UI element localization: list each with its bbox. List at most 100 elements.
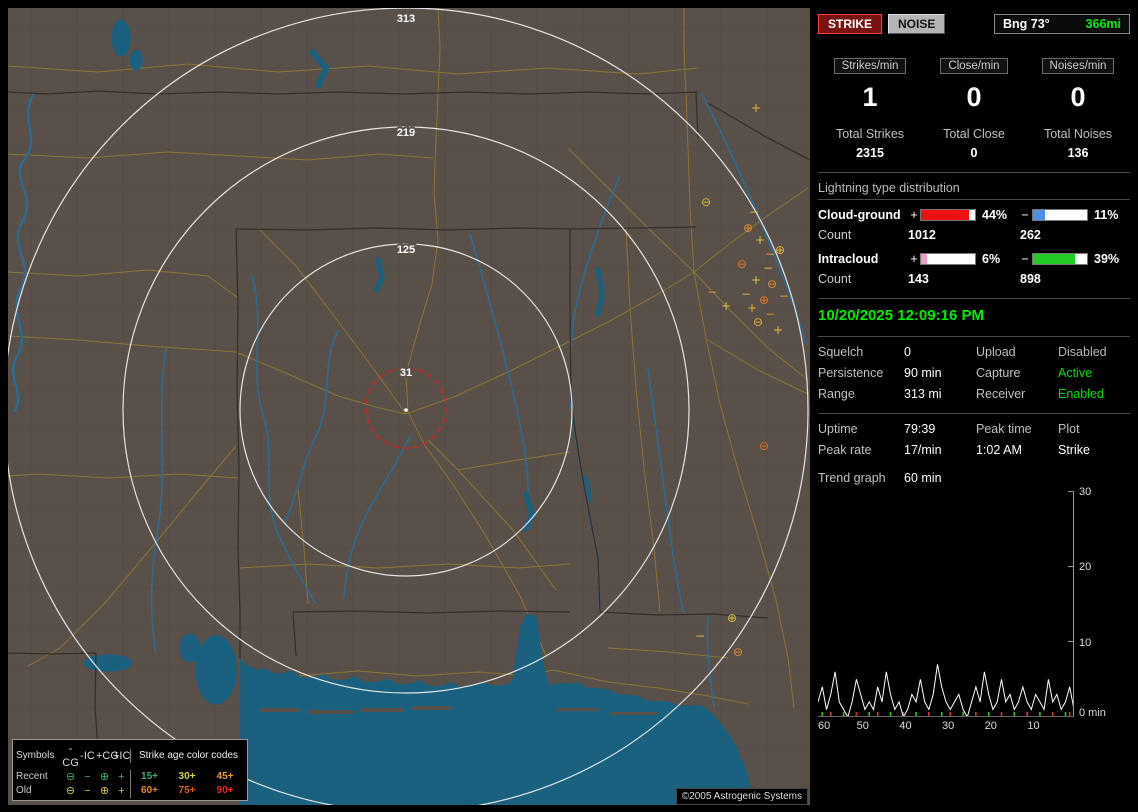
distribution-title: Lightning type distribution [818,181,1130,200]
range-value: 313 mi [904,387,976,401]
svg-text:⊖: ⊖ [753,315,763,329]
trend-y-axis: 3020100 min [1074,491,1108,717]
cloud-ground-row: Cloud-ground + 44% − 11% [818,208,1130,222]
svg-text:⊕: ⊕ [727,611,737,625]
neg-cg-recent-icon: ⊖ [62,770,79,784]
uptime-value: 79:39 [904,422,976,436]
pos-ic-old-icon: + [113,784,130,798]
noises-per-min-value: 0 [1026,82,1130,113]
pos-cg-recent-icon: ⊕ [96,770,113,784]
ring-label-219: 219 [397,127,415,139]
upload-label: Upload [976,345,1058,359]
noise-mode-button[interactable]: NOISE [888,14,945,34]
receiver-status: Enabled [1058,387,1130,401]
svg-text:+: + [751,101,761,115]
cloud-ground-label: Cloud-ground [818,208,908,222]
svg-text:+: + [773,323,783,337]
neg-cg-old-icon: ⊖ [62,784,79,798]
total-noises-value: 136 [1026,146,1130,160]
svg-text:−: − [765,307,775,321]
svg-text:+: + [721,299,731,313]
map-legend: Symbols -CG -IC +CG +IC Strike age color… [12,739,248,801]
svg-text:⊖: ⊖ [767,277,777,291]
upload-status: Disabled [1058,345,1130,359]
svg-text:−: − [707,285,717,299]
minus-sign: − [1018,252,1032,266]
trend-plot [818,491,1074,717]
uptime-label: Uptime [818,422,904,436]
strikes-per-min-label: Strikes/min [834,58,907,74]
persistence-value: 90 min [904,366,976,380]
bearing-readout: Bng 73° 366mi [994,14,1130,34]
close-per-min-label: Close/min [940,58,1007,74]
svg-text:−: − [763,261,773,275]
svg-text:⊖: ⊖ [759,439,769,453]
svg-text:⊖: ⊖ [701,195,711,209]
legend-symbols-header: Symbols [16,749,62,763]
ic-negative-pct: 39% [1090,252,1128,266]
receiver-location-marker [404,408,408,412]
svg-text:+: + [751,273,761,287]
total-noises-label: Total Noises [1026,127,1130,141]
map-canvas[interactable]: 313 219 125 31 ⊖⊕+−⊖−+⊖−⊕+−⊖+−⊕−+−+⊖⊕⊖− [8,8,810,805]
plus-sign: + [908,252,920,266]
ic-positive-bar [920,253,976,265]
range-label: Range [818,387,904,401]
total-strikes-label: Total Strikes [818,127,922,141]
age-75: 75+ [168,784,206,798]
trend-line [818,664,1074,717]
svg-text:⊖: ⊖ [737,257,747,271]
neg-ic-recent-icon: − [79,770,96,784]
ring-label-125: 125 [397,244,415,256]
intracloud-count-row: Count 143 898 [818,272,1130,286]
strikes-per-min-value: 1 [818,82,922,113]
svg-text:−: − [695,629,705,643]
plot-label: Plot [1058,422,1130,436]
cg-negative-pct: 11% [1090,208,1128,222]
svg-text:+: + [755,233,765,247]
svg-text:⊕: ⊕ [743,221,753,235]
svg-text:+: + [747,301,757,315]
svg-text:⊕: ⊕ [775,243,785,257]
svg-text:−: − [779,289,789,303]
settings-grid: Squelch 0 Upload Disabled Persistence 90… [818,345,1130,401]
session-grid: Uptime 79:39 Peak time Plot Peak rate 17… [818,422,1130,457]
bearing-value: Bng 73° [1003,17,1050,31]
svg-text:−: − [765,247,775,261]
trend-graph-label: Trend graph [818,471,904,485]
persistence-label: Persistence [818,366,904,380]
total-close-value: 0 [922,146,1026,160]
receiver-label: Receiver [976,387,1058,401]
plot-value: Strike [1058,443,1130,457]
pos-cg-old-icon: ⊕ [96,784,113,798]
ic-negative-count: 898 [1020,272,1130,286]
strike-mode-button[interactable]: STRIKE [818,14,882,34]
intracloud-row: Intracloud + 6% − 39% [818,252,1130,266]
peak-rate-label: Peak rate [818,443,904,457]
legend-age-header: Strike age color codes [130,749,244,763]
cg-positive-bar [920,209,976,221]
ring-label-313: 313 [397,13,415,25]
capture-status: Active [1058,366,1130,380]
svg-text:⊖: ⊖ [733,645,743,659]
age-15: 15+ [130,770,168,784]
cg-positive-count: 1012 [908,228,1020,242]
legend-col-neg-ic: -IC [79,749,96,763]
peak-rate-value: 17/min [904,443,976,457]
trend-x-axis: 605040302010 [818,720,1074,736]
ic-positive-count: 143 [908,272,1020,286]
neg-ic-old-icon: − [79,784,96,798]
trend-graph: 3020100 min 605040302010 [818,491,1130,736]
ic-positive-pct: 6% [978,252,1018,266]
ic-negative-bar [1032,253,1088,265]
strikes-per-min-column: Strikes/min 1 Total Strikes 2315 [818,58,922,160]
pos-ic-recent-icon: + [113,770,130,784]
age-45: 45+ [206,770,244,784]
squelch-value: 0 [904,345,976,359]
legend-col-neg-cg: -CG [62,742,79,770]
cloud-ground-count-row: Count 1012 262 [818,228,1130,242]
total-close-label: Total Close [922,127,1026,141]
intracloud-label: Intracloud [818,252,908,266]
trend-graph-period: 60 min [904,471,1130,485]
svg-text:−: − [741,287,751,301]
